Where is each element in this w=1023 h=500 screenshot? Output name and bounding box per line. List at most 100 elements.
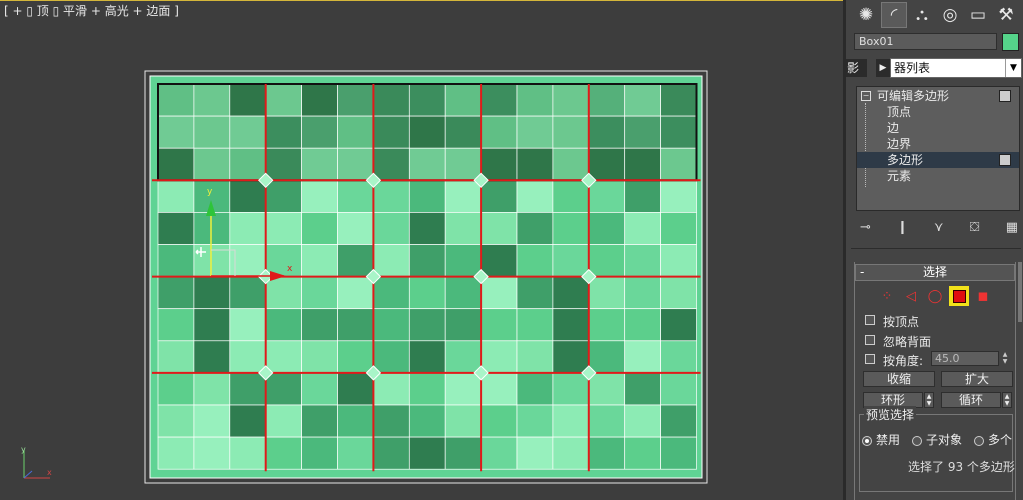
polygon-face	[193, 212, 231, 245]
polygon-face	[265, 340, 302, 374]
by-angle-checkbox[interactable]: 按角度: 45.0 ▲ ▼	[865, 351, 1015, 369]
preview-disabled-radio[interactable]: 禁用	[862, 431, 900, 448]
polygon-face	[660, 83, 697, 117]
polygon-face	[301, 436, 338, 470]
polygon-face	[408, 212, 446, 245]
display-monitor-icon[interactable]: ▭	[965, 2, 991, 28]
polygon-face	[301, 276, 338, 310]
object-name-row: Box01	[854, 33, 1019, 51]
polygon-face	[193, 340, 231, 374]
motion-icon[interactable]: ◎	[937, 2, 963, 28]
object-name-field[interactable]: Box01	[854, 33, 997, 50]
hierarchy-icon[interactable]: ⛬	[909, 2, 935, 28]
stack-item-vertex[interactable]: 顶点	[857, 104, 1019, 120]
edge-mode-icon[interactable]: ◁	[901, 286, 921, 306]
vertex-mode-icon[interactable]: ⁘	[877, 286, 897, 306]
polygon-face	[157, 308, 195, 342]
polygon-face	[660, 276, 697, 310]
polygon-face	[444, 212, 482, 245]
polygon-face	[193, 83, 231, 117]
polygon-face	[444, 115, 482, 149]
pin-stack-icon[interactable]: ⊸	[860, 220, 871, 235]
viewport-top[interactable]: yx [ + ▯ 顶 ▯ 平滑 + 高光 + 边面 ] y x	[0, 0, 843, 500]
polygon-face	[373, 436, 410, 470]
polygon-face	[229, 372, 267, 406]
spinner-arrows-icon[interactable]: ▲ ▼	[1001, 351, 1009, 366]
modifier-list-dropdown[interactable]: 器列表 ▼	[890, 58, 1022, 78]
polygon-face	[157, 83, 195, 117]
grow-button[interactable]: 扩大	[941, 371, 1013, 387]
polygon-face	[373, 147, 410, 181]
make-unique-icon[interactable]: ⋎	[934, 220, 944, 235]
stack-item-element[interactable]: 元素	[857, 168, 1019, 184]
mesh-view[interactable]: yx	[0, 0, 843, 500]
polygon-face	[301, 147, 338, 181]
show-end-result-icon[interactable]: ❙	[897, 220, 908, 235]
polygon-face	[660, 244, 697, 277]
polygon-face	[373, 276, 410, 310]
polygon-face	[624, 179, 661, 213]
polygon-face	[157, 276, 195, 310]
polygon-face	[337, 276, 374, 310]
border-mode-icon[interactable]: ◯	[925, 286, 945, 306]
polygon-face	[229, 276, 267, 310]
polygon-face	[516, 83, 554, 117]
polygon-face	[480, 244, 518, 277]
play-arrow-icon[interactable]: ▶	[876, 59, 890, 77]
polygon-face	[552, 115, 590, 149]
chevron-down-icon[interactable]: ▼	[1005, 59, 1021, 77]
polygon-face	[229, 308, 267, 342]
polygon-face	[157, 115, 195, 149]
collapse-icon[interactable]: −	[861, 91, 871, 101]
configure-modifier-sets-icon[interactable]: ▦	[1006, 220, 1018, 235]
stack-item-root[interactable]: − 可编辑多边形	[857, 88, 1019, 104]
preview-subobject-radio[interactable]: 子对象	[912, 431, 962, 448]
polygon-face	[373, 244, 410, 277]
utilities-hammer-icon[interactable]: ⚒	[993, 2, 1019, 28]
rollout-header[interactable]: - 选择	[855, 264, 1015, 281]
polygon-face	[552, 276, 590, 310]
angle-spinner-field[interactable]: 45.0	[931, 351, 999, 366]
polygon-face	[588, 340, 626, 374]
selection-status: 选择了 93 个多边形	[908, 460, 1015, 474]
viewport-label[interactable]: [ + ▯ 顶 ▯ 平滑 + 高光 + 边面 ]	[4, 2, 179, 19]
object-color-swatch[interactable]	[1002, 33, 1019, 51]
polygon-face	[193, 115, 231, 149]
polygon-face	[157, 404, 195, 438]
ring-spinner-icon[interactable]: ▲ ▼	[924, 392, 934, 408]
polygon-face	[516, 372, 554, 406]
checkbox-label: 忽略背面	[883, 335, 932, 349]
modifier-stack[interactable]: − 可编辑多边形 顶点 边 边界 多边形 元素	[856, 86, 1020, 211]
subobject-icons: ⁘ ◁ ◯ ◼	[877, 286, 997, 306]
preview-multi-radio[interactable]: 多个	[974, 431, 1012, 448]
collapse-icon[interactable]: -	[860, 265, 864, 280]
polygon-face	[516, 115, 554, 149]
shrink-button[interactable]: 收缩	[863, 371, 935, 387]
panel-scrollbar[interactable]	[1018, 262, 1022, 322]
polygon-face	[552, 244, 590, 277]
polygon-face	[408, 83, 446, 117]
polygon-face	[624, 115, 661, 149]
stack-item-polygon[interactable]: 多边形	[857, 152, 1019, 168]
polygon-face	[480, 212, 518, 245]
polygon-face	[265, 404, 302, 438]
polygon-face	[157, 340, 195, 374]
sun-gear-icon[interactable]: ✺	[853, 2, 879, 28]
remove-modifier-icon[interactable]: ⛋	[970, 220, 980, 235]
element-mode-icon[interactable]: ◼	[973, 286, 993, 306]
polygon-face	[660, 308, 697, 342]
polygon-face	[552, 372, 590, 406]
stack-item-border[interactable]: 边界	[857, 136, 1019, 152]
curve-modify-icon[interactable]: ◜	[881, 2, 907, 28]
loop-spinner-icon[interactable]: ▲ ▼	[1002, 392, 1012, 408]
polygon-mode-icon[interactable]	[949, 286, 969, 306]
light-bulb-icon[interactable]	[999, 154, 1011, 166]
stack-item-edge[interactable]: 边	[857, 120, 1019, 136]
stack-item-label: 元素	[887, 169, 912, 183]
loop-button[interactable]: 循环	[941, 392, 1001, 408]
polygon-face	[373, 404, 410, 438]
world-axis-icon: y x	[21, 445, 52, 479]
polygon-face	[337, 436, 374, 470]
polygon-face	[444, 372, 482, 406]
light-bulb-icon[interactable]	[999, 90, 1011, 102]
